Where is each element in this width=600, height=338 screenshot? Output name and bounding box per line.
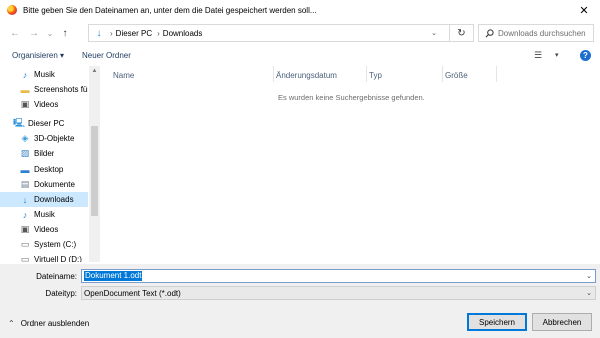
- filetype-value[interactable]: OpenDocument Text (*.odt): [84, 289, 181, 298]
- chevron-up-icon: ⌃: [8, 319, 15, 328]
- navigation-bar: ← → ⌄ ↑ ↓ › Dieser PC › Downloads ⌄ ↻: [0, 21, 600, 45]
- download-icon: ↓: [22, 194, 28, 205]
- cancel-button[interactable]: Abbrechen: [532, 313, 592, 331]
- sidebar-scrollbar[interactable]: ▲: [89, 66, 100, 262]
- sidebar-item-label: Desktop: [34, 165, 64, 174]
- breadcrumb-separator: ›: [110, 28, 113, 38]
- sidebar-item[interactable]: ▤ Dokumente: [0, 177, 88, 192]
- video-icon: ▣: [20, 224, 30, 234]
- column-header-modified[interactable]: Änderungsdatum: [276, 68, 337, 82]
- pictures-icon: ▨: [20, 148, 30, 158]
- sidebar-item[interactable]: ▬ Screenshots für ’: [0, 82, 89, 97]
- sidebar-item-label: Dieser PC: [28, 119, 65, 128]
- breadcrumb-this-pc[interactable]: Dieser PC: [116, 29, 152, 38]
- search-icon: [484, 28, 495, 38]
- sidebar-item[interactable]: ▨ Bilder: [0, 146, 88, 161]
- scroll-thumb[interactable]: [91, 126, 98, 216]
- sidebar-item-label: Musik: [34, 70, 55, 79]
- sidebar-item[interactable]: ♪ Musik: [0, 67, 88, 82]
- breadcrumb-downloads[interactable]: Downloads: [163, 29, 203, 38]
- sidebar-item[interactable]: ▭ Virtuell D (D:): [0, 252, 88, 262]
- organize-button[interactable]: Organisieren ▾: [12, 51, 64, 60]
- hide-folders-toggle[interactable]: ⌃ Ordner ausblenden: [8, 319, 89, 328]
- filename-field[interactable]: Dokument 1.odt ⌄: [81, 269, 596, 283]
- sidebar-item[interactable]: ▣ Videos: [0, 222, 88, 237]
- desktop-icon: ▬: [20, 164, 30, 175]
- documents-icon: ▤: [20, 179, 30, 189]
- sidebar-item-label: 3D-Objekte: [34, 134, 75, 143]
- filename-value[interactable]: Dokument 1.odt: [84, 271, 143, 281]
- sidebar-item-label: Bilder: [34, 149, 55, 158]
- file-list[interactable]: Name Änderungsdatum Typ Größe Es wurden …: [104, 66, 600, 262]
- column-header-size[interactable]: Größe: [445, 68, 468, 82]
- forward-button[interactable]: →: [27, 26, 41, 40]
- breadcrumb-separator: ›: [157, 28, 160, 38]
- column-header-name[interactable]: Name: [113, 68, 134, 82]
- sidebar-item-label: Videos: [34, 100, 59, 109]
- filetype-dropdown-icon[interactable]: ⌄: [586, 287, 592, 299]
- search-input[interactable]: [498, 28, 593, 38]
- sidebar-item-label: Virtuell D (D:): [34, 255, 82, 262]
- filetype-label: Dateityp:: [45, 289, 77, 298]
- filename-label: Dateiname:: [36, 272, 77, 281]
- new-folder-button[interactable]: Neuer Ordner: [82, 51, 131, 60]
- command-bar: Organisieren ▾ Neuer Ordner ☰ ▾ ?: [0, 46, 600, 66]
- sidebar-item-label: Screenshots für ’: [34, 85, 88, 94]
- address-bar[interactable]: ↓ › Dieser PC › Downloads ⌄ ↻: [88, 24, 474, 42]
- filename-dropdown-icon[interactable]: ⌄: [586, 270, 592, 282]
- view-options-icon[interactable]: ☰: [534, 50, 542, 61]
- download-location-icon: ↓: [96, 27, 102, 39]
- sidebar-item[interactable]: ♪ Musik: [0, 207, 88, 222]
- filetype-select[interactable]: OpenDocument Text (*.odt) ⌄: [81, 286, 596, 300]
- help-icon[interactable]: ?: [580, 50, 591, 61]
- drive-icon: ▭: [20, 239, 30, 249]
- video-icon: ▣: [20, 99, 30, 109]
- sidebar-item-label: Downloads: [34, 195, 74, 204]
- column-divider[interactable]: [273, 66, 274, 82]
- navigation-pane[interactable]: ♪ Musik ▬ Screenshots für ’ ▣ Videos 🖳Dieser P…: [0, 66, 100, 262]
- cube-icon: ◈: [21, 133, 29, 143]
- sidebar-item[interactable]: ▭ System (C:): [0, 237, 88, 252]
- column-divider[interactable]: [442, 66, 443, 82]
- empty-results-message: Es wurden keine Suchergebnisse gefunden.: [278, 93, 425, 102]
- sidebar-item-label: Videos: [34, 225, 59, 234]
- address-dropdown-icon[interactable]: ⌄: [431, 25, 437, 41]
- view-options-dropdown-icon[interactable]: ▾: [555, 51, 559, 59]
- music-icon: ♪: [22, 209, 28, 220]
- scroll-up-icon[interactable]: ▲: [89, 66, 100, 76]
- sidebar-item[interactable]: ◈ 3D-Objekte: [0, 131, 88, 146]
- column-divider[interactable]: [496, 66, 497, 82]
- drive-icon: ▭: [20, 254, 30, 262]
- refresh-button[interactable]: ↻: [449, 25, 473, 41]
- back-button[interactable]: ←: [8, 26, 22, 40]
- title-bar: Bitte geben Sie den Dateinamen an, unter…: [0, 0, 600, 20]
- sidebar-item[interactable]: ▣ Videos: [0, 97, 88, 112]
- folder-icon: ▬: [20, 84, 30, 95]
- search-box[interactable]: [478, 24, 594, 42]
- sidebar-item-label: Dokumente: [34, 180, 75, 189]
- computer-icon: 🖳: [13, 117, 26, 128]
- save-button[interactable]: Speichern: [467, 313, 527, 331]
- recent-locations-button[interactable]: ⌄: [43, 26, 57, 40]
- close-button[interactable]: ✕: [568, 0, 600, 20]
- firefox-icon: [7, 5, 17, 15]
- column-header-type[interactable]: Typ: [369, 68, 382, 82]
- save-form: Dateiname: Dokument 1.odt ⌄ Dateityp: Op…: [0, 264, 600, 338]
- sidebar-item[interactable]: ↓ Downloads: [0, 192, 88, 207]
- window-title: Bitte geben Sie den Dateinamen an, unter…: [23, 5, 317, 15]
- hide-folders-label: Ordner ausblenden: [20, 319, 90, 328]
- sidebar-item[interactable]: 🖳 Dieser PC: [0, 116, 88, 131]
- music-icon: ♪: [22, 69, 28, 80]
- sidebar-item-label: System (C:): [34, 240, 77, 249]
- column-divider[interactable]: [366, 66, 367, 82]
- up-button[interactable]: ↑: [58, 26, 72, 40]
- sidebar-item-label: Musik: [34, 210, 55, 219]
- sidebar-item[interactable]: ▬ Desktop: [0, 162, 88, 177]
